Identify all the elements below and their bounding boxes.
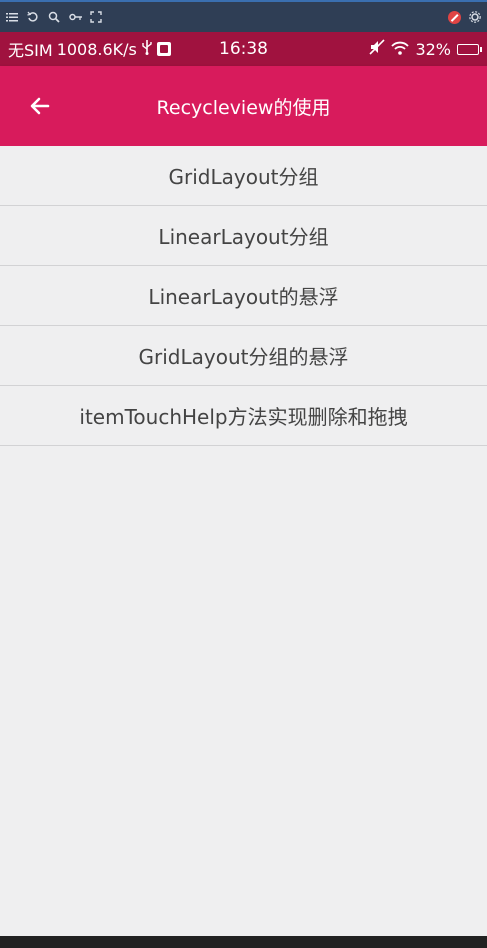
list-icon[interactable] — [6, 11, 18, 23]
status-right: 32% — [369, 39, 482, 59]
fullscreen-icon[interactable] — [90, 11, 102, 23]
emulator-toolbar-left — [6, 11, 102, 23]
app-notification-icon — [156, 42, 171, 56]
list-item-gridlayout-group[interactable]: GridLayout分组 — [0, 146, 487, 206]
emulator-toolbar-right — [448, 10, 481, 24]
list-item-itemtouchhelper[interactable]: itemTouchHelp方法实现删除和拖拽 — [0, 386, 487, 446]
battery-icon — [457, 43, 482, 55]
rotate-icon[interactable] — [27, 11, 39, 23]
carrier-label: 无SIM — [8, 41, 53, 60]
back-button[interactable] — [0, 66, 80, 146]
arrow-left-icon — [30, 97, 50, 115]
list-item-linearlayout-group[interactable]: LinearLayout分组 — [0, 206, 487, 266]
mute-icon — [369, 39, 386, 59]
list-item-linearlayout-sticky[interactable]: LinearLayout的悬浮 — [0, 266, 487, 326]
settings-icon[interactable] — [469, 11, 481, 23]
wifi-icon — [391, 40, 410, 59]
zoom-icon[interactable] — [48, 11, 60, 23]
emulator-toolbar — [0, 0, 487, 32]
bottom-edge — [0, 936, 487, 948]
blocked-icon[interactable] — [448, 10, 461, 24]
battery-percent: 32% — [415, 39, 451, 59]
status-bar: 无SIM 1008.6K/s 16:38 32% — [0, 32, 487, 66]
network-speed: 1008.6K/s — [56, 39, 137, 59]
status-left: 无SIM 1008.6K/s — [8, 37, 171, 61]
list-item-gridlayout-sticky[interactable]: GridLayout分组的悬浮 — [0, 326, 487, 386]
recycler-list[interactable]: GridLayout分组 LinearLayout分组 LinearLayout… — [0, 146, 487, 936]
key-icon[interactable] — [69, 11, 82, 23]
usb-icon — [141, 39, 153, 59]
app-bar: Recycleview的使用 — [0, 66, 487, 146]
